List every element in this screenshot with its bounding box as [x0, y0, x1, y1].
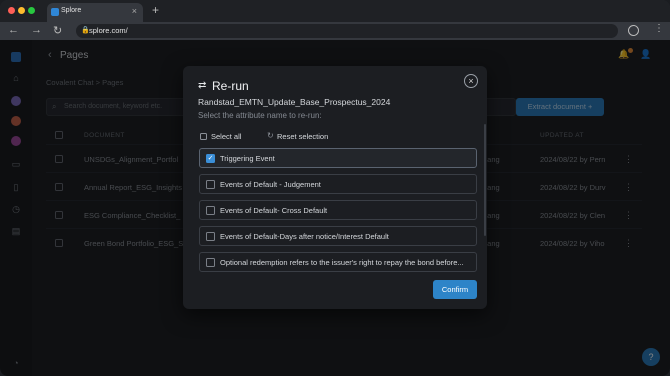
profile-icon[interactable]	[628, 25, 639, 36]
attribute-label: Events of Default-Days after notice/Inte…	[220, 232, 389, 241]
splore-favicon-icon	[51, 8, 59, 16]
browser-tab[interactable]: Splore ×	[47, 3, 143, 22]
browser-window: Splore × + ← → ↻ 🔒 splore.com/ ⋮ ⌂ ▭ ▯ ◷…	[0, 0, 670, 376]
select-all-label[interactable]: Select all	[211, 132, 241, 141]
attribute-label: Events of Default- Cross Default	[220, 206, 328, 215]
selection-actions: Select all ↻ Reset selection	[200, 131, 400, 143]
attribute-option[interactable]: Optional redemption refers to the issuer…	[199, 252, 477, 272]
maximize-window-dot[interactable]	[28, 7, 35, 14]
options-scrollbar[interactable]	[484, 124, 486, 236]
modal-title: Re-run	[212, 79, 249, 93]
url-text: splore.com/	[89, 26, 128, 35]
option-checkbox[interactable]	[206, 258, 215, 267]
select-all-checkbox[interactable]	[200, 133, 207, 140]
reset-selection-button[interactable]: Reset selection	[277, 132, 328, 141]
option-checkbox[interactable]	[206, 180, 215, 189]
browser-tab-bar: Splore × +	[0, 0, 670, 22]
option-checkbox[interactable]	[206, 206, 215, 215]
attribute-option[interactable]: Events of Default- Cross Default	[199, 200, 477, 220]
attribute-label: Triggering Event	[220, 154, 275, 163]
rerun-icon: ⇄	[198, 80, 207, 91]
attribute-label: Events of Default - Judgement	[220, 180, 321, 189]
kebab-menu-icon[interactable]: ⋮	[654, 23, 664, 34]
option-checkbox[interactable]	[206, 232, 215, 241]
attribute-option[interactable]: Events of Default-Days after notice/Inte…	[199, 226, 477, 246]
address-bar[interactable]: 🔒 splore.com/	[76, 24, 618, 38]
close-icon[interactable]: ×	[464, 74, 478, 88]
forward-arrow-icon[interactable]: →	[31, 24, 42, 36]
reload-icon[interactable]: ↻	[53, 24, 62, 37]
document-name: Randstad_EMTN_Update_Base_Prospectus_202…	[198, 97, 391, 107]
attribute-option[interactable]: Events of Default - Judgement	[199, 174, 477, 194]
tab-title: Splore	[61, 7, 82, 14]
minimize-window-dot[interactable]	[18, 7, 25, 14]
back-arrow-icon[interactable]: ←	[8, 24, 19, 36]
tab-close-icon[interactable]: ×	[132, 6, 137, 16]
modal-subtitle: Select the attribute name to re-run:	[198, 111, 322, 120]
reset-icon[interactable]: ↻	[267, 131, 274, 140]
confirm-button[interactable]: Confirm	[433, 280, 477, 299]
close-window-dot[interactable]	[8, 7, 15, 14]
browser-toolbar: ← → ↻ 🔒 splore.com/ ⋮	[0, 22, 670, 40]
new-tab-icon[interactable]: +	[152, 3, 159, 17]
attribute-option[interactable]: ✓ Triggering Event	[199, 148, 477, 168]
attribute-label: Optional redemption refers to the issuer…	[220, 258, 464, 267]
checked-checkbox-icon[interactable]: ✓	[206, 154, 215, 163]
rerun-modal: × ⇄ Re-run Randstad_EMTN_Update_Base_Pro…	[183, 66, 487, 309]
